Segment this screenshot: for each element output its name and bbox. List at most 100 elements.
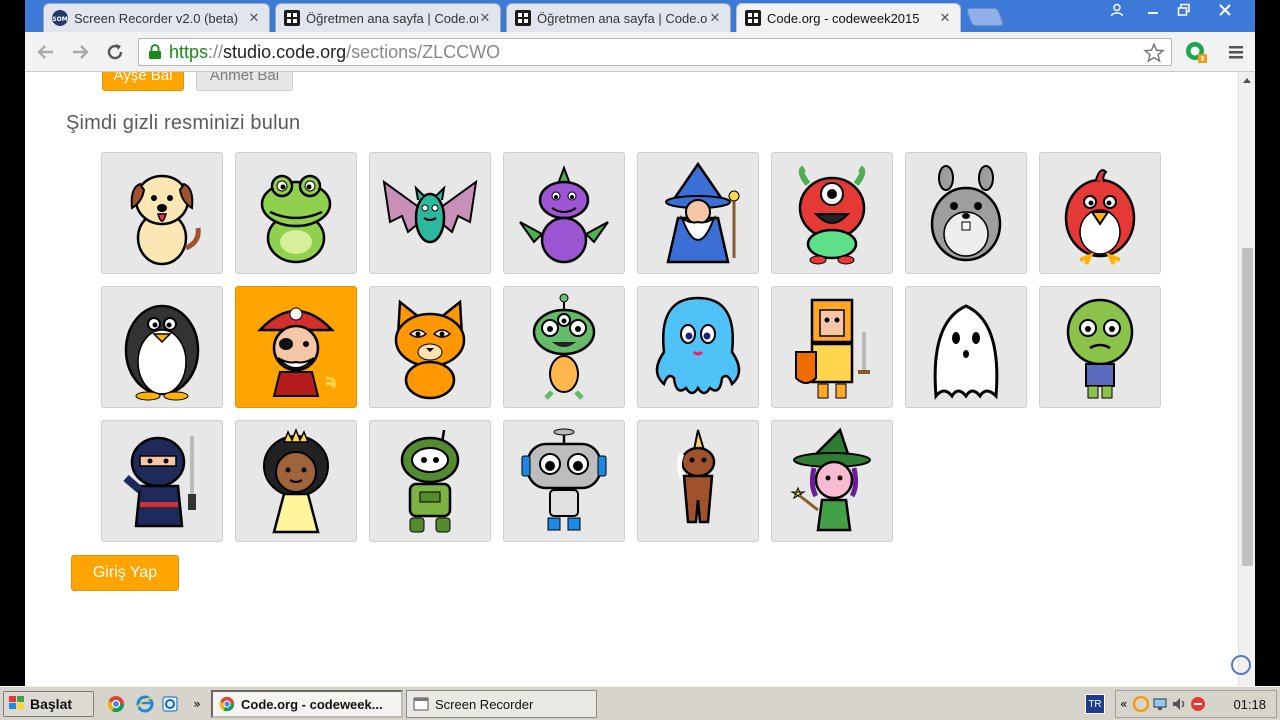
- codeorg-icon: [745, 10, 761, 26]
- lock-icon: [144, 44, 166, 60]
- back-icon[interactable]: [34, 40, 58, 64]
- picture-unicorn[interactable]: [637, 420, 759, 542]
- address-bar[interactable]: https://studio.code.org/sections/ZLCCWO: [138, 38, 1172, 66]
- start-label: Başlat: [30, 696, 73, 712]
- chrome-quicklaunch-icon[interactable]: [106, 694, 126, 714]
- ie-alt-quicklaunch-icon[interactable]: [160, 694, 180, 714]
- picture-bat[interactable]: [369, 152, 491, 274]
- tab-teacher-home-2[interactable]: Öğretmen ana sayfa | Code.org ✕: [506, 3, 731, 32]
- new-tab-button[interactable]: [965, 8, 1005, 26]
- tray-expand-icon[interactable]: «: [1120, 697, 1127, 711]
- bookmark-star-icon[interactable]: [1143, 42, 1165, 68]
- browser-toolbar: https://studio.code.org/sections/ZLCCWO: [25, 32, 1255, 72]
- close-window-icon[interactable]: [1205, 0, 1245, 20]
- picture-bird[interactable]: [1039, 152, 1161, 274]
- picture-alien[interactable]: [503, 286, 625, 408]
- chevron-right-icon[interactable]: »: [190, 694, 204, 714]
- tab-title: Öğretmen ana sayfa | Code.org: [537, 10, 708, 26]
- volume-icon[interactable]: [1171, 696, 1187, 712]
- picture-hamster[interactable]: [905, 152, 1027, 274]
- picture-robot-green[interactable]: [369, 420, 491, 542]
- picture-octopus[interactable]: [637, 286, 759, 408]
- desktop: SOM Screen Recorder v2.0 (beta) ✕ Öğretm…: [0, 0, 1280, 720]
- ie-quicklaunch-icon[interactable]: [135, 694, 155, 714]
- tab-strip: SOM Screen Recorder v2.0 (beta) ✕ Öğretm…: [25, 0, 1255, 32]
- dog-icon: [130, 174, 201, 266]
- robot-grey-icon: [521, 428, 607, 531]
- frog-icon: [260, 174, 332, 264]
- page-scrollbar[interactable]: [1238, 72, 1255, 686]
- page-content: Ayşe Bal Ahmet Bal Şimdi gizli resminizi…: [25, 72, 1255, 686]
- picture-ninja[interactable]: [101, 420, 223, 542]
- minimize-icon[interactable]: [1136, 0, 1170, 20]
- extension-icon[interactable]: [1184, 40, 1208, 64]
- zombie-icon: [1066, 298, 1134, 399]
- picture-cat[interactable]: [369, 286, 491, 408]
- tab-codeweek2015[interactable]: Code.org - codeweek2015 ✕: [736, 3, 961, 32]
- language-indicator[interactable]: TR: [1085, 694, 1105, 714]
- picture-monster[interactable]: [771, 152, 893, 274]
- picture-penguin[interactable]: [101, 286, 223, 408]
- task-chrome[interactable]: Code.org - codeweek...: [211, 690, 403, 718]
- close-icon[interactable]: ✕: [938, 11, 952, 26]
- scroll-up-icon[interactable]: [1243, 78, 1251, 83]
- unicorn-icon: [676, 429, 716, 524]
- task-label: Code.org - codeweek...: [241, 696, 383, 712]
- wizard-icon: [665, 161, 740, 264]
- close-icon[interactable]: ✕: [478, 11, 492, 26]
- restore-icon[interactable]: [1167, 0, 1201, 20]
- network-icon[interactable]: [1152, 696, 1168, 712]
- svg-text:SOM: SOM: [52, 16, 67, 23]
- login-button[interactable]: Giriş Yap: [71, 555, 179, 591]
- picture-zombie[interactable]: [1039, 286, 1161, 408]
- bird-icon: [1064, 169, 1136, 265]
- picture-princess[interactable]: [235, 420, 357, 542]
- tab-screen-recorder[interactable]: SOM Screen Recorder v2.0 (beta) ✕: [43, 3, 270, 32]
- picture-wizard[interactable]: [637, 152, 759, 274]
- pirate-icon: [257, 307, 336, 397]
- codeorg-icon: [284, 10, 300, 26]
- tab-title: Öğretmen ana sayfa | Code.org: [306, 10, 478, 26]
- recorder-window-icon: [413, 697, 429, 711]
- student-button-ayse[interactable]: Ayşe Bal: [102, 72, 184, 91]
- som-icon: SOM: [52, 10, 68, 26]
- reload-icon[interactable]: [103, 40, 127, 64]
- close-icon[interactable]: ✕: [247, 11, 261, 26]
- picture-ghost[interactable]: [905, 286, 1027, 408]
- picture-witch[interactable]: [771, 420, 893, 542]
- close-icon[interactable]: ✕: [708, 11, 722, 26]
- picture-dragon[interactable]: [503, 152, 625, 274]
- tab-title: Screen Recorder v2.0 (beta): [74, 10, 239, 26]
- windows-flag-icon: [8, 695, 26, 714]
- url-text: https://studio.code.org/sections/ZLCCWO: [169, 41, 501, 62]
- picture-pirate[interactable]: [235, 286, 357, 408]
- forward-icon[interactable]: [68, 40, 92, 64]
- picture-robot-grey[interactable]: [503, 420, 625, 542]
- octopus-icon: [655, 296, 741, 395]
- witch-icon: [790, 427, 871, 532]
- student-button-ahmet[interactable]: Ahmet Bal: [196, 72, 293, 91]
- hamster-icon: [930, 165, 1002, 262]
- tab-teacher-home-1[interactable]: Öğretmen ana sayfa | Code.org ✕: [275, 3, 501, 32]
- windows-taskbar: Başlat » Code.org - codeweek... Screen R…: [0, 686, 1280, 720]
- security-icon[interactable]: [1190, 696, 1206, 712]
- penguin-icon: [124, 304, 200, 401]
- task-label: Screen Recorder: [435, 696, 534, 712]
- system-tray: « 01:18: [1115, 690, 1277, 718]
- codeorg-icon: [515, 10, 531, 26]
- picture-dog[interactable]: [101, 152, 223, 274]
- browser-window: SOM Screen Recorder v2.0 (beta) ✕ Öğretm…: [25, 0, 1255, 686]
- task-screen-recorder[interactable]: Screen Recorder: [406, 690, 597, 718]
- bat-icon: [382, 179, 478, 244]
- start-button[interactable]: Başlat: [3, 691, 94, 717]
- menu-icon[interactable]: [1224, 40, 1248, 64]
- user-icon[interactable]: [1100, 0, 1134, 20]
- clock: 01:18: [1233, 696, 1266, 712]
- recorder-tray-icon[interactable]: [1133, 696, 1150, 712]
- scroll-thumb[interactable]: [1242, 248, 1253, 566]
- picture-knight[interactable]: [771, 286, 893, 408]
- dragon-icon: [519, 165, 609, 264]
- picture-frog[interactable]: [235, 152, 357, 274]
- knight-icon: [795, 298, 870, 399]
- ninja-icon: [123, 436, 196, 528]
